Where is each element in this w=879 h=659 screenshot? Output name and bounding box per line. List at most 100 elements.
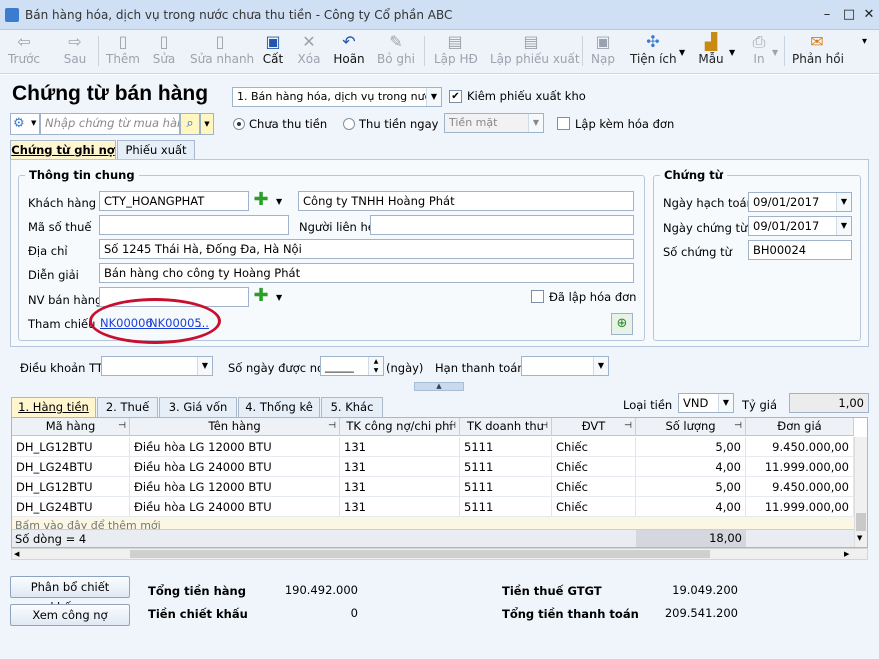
add-button[interactable]: ▯ Thêm xyxy=(105,32,141,72)
customer-dropdown-icon[interactable]: ▼ xyxy=(276,197,282,206)
postpone-button[interactable]: ↶ Hoãn xyxy=(333,32,365,72)
voucher-date-input[interactable]: 09/01/2017 ▼ xyxy=(748,216,852,236)
cell-item-code[interactable]: DH_LG12BTU xyxy=(12,477,130,497)
cell-item-name[interactable]: Điều hòa LG 24000 BTU xyxy=(130,457,340,477)
due-date-input[interactable]: ▼ xyxy=(521,356,609,376)
tab-statistics[interactable]: 4. Thống kê xyxy=(238,397,320,417)
minimize-icon[interactable]: – xyxy=(816,6,838,24)
tab-goods-money[interactable]: 1. Hàng tiền xyxy=(11,397,96,417)
print-dropdown-icon[interactable]: ▼ xyxy=(772,48,778,57)
column-header-quantity[interactable]: Số lượng ⊣ xyxy=(636,418,746,436)
help-icon[interactable]: ▾ xyxy=(862,36,867,47)
search-dropdown-icon[interactable]: ▼ xyxy=(200,113,214,135)
cell-debt-account[interactable]: 131 xyxy=(340,497,460,517)
add-staff-icon[interactable]: ✚ xyxy=(252,287,270,306)
currency-select[interactable]: VND ▼ xyxy=(678,393,734,413)
voucher-no-input[interactable]: BH00024 xyxy=(748,240,852,260)
cell-quantity[interactable]: 5,00 xyxy=(636,477,746,497)
delete-button[interactable]: ✕ Xóa xyxy=(295,32,323,72)
scrollbar-thumb[interactable] xyxy=(856,513,866,531)
utility-dropdown-icon[interactable]: ▼ xyxy=(679,48,685,57)
save-button[interactable]: ▣ Cất xyxy=(260,32,286,72)
posting-date-input[interactable]: 09/01/2017 ▼ xyxy=(748,192,852,212)
cell-unit-price[interactable]: 9.450.000,00 xyxy=(746,477,854,497)
unpaid-radio[interactable] xyxy=(233,118,245,130)
tab-cost[interactable]: 3. Giá vốn xyxy=(159,397,237,417)
create-export-slip-button[interactable]: ▤ Lập phiếu xuất xyxy=(490,32,580,72)
cell-quantity[interactable]: 4,00 xyxy=(636,497,746,517)
next-button[interactable]: ⇨ Sau xyxy=(58,32,92,72)
print-button[interactable]: ⎙ In xyxy=(748,32,770,72)
template-dropdown-icon[interactable]: ▼ xyxy=(729,48,735,57)
allocate-discount-button[interactable]: Phân bổ chiết khấu... xyxy=(10,576,130,614)
table-row[interactable]: DH_LG12BTU Điều hòa LG 12000 BTU 131 511… xyxy=(12,437,854,457)
payment-method-select[interactable]: Tiền mặt ▼ xyxy=(444,113,544,133)
view-debt-button[interactable]: Xem công nợ xyxy=(10,604,130,626)
cell-unit-price[interactable]: 11.999.000,00 xyxy=(746,457,854,477)
cell-debt-account[interactable]: 131 xyxy=(340,457,460,477)
contact-input[interactable] xyxy=(370,215,634,235)
search-icon[interactable]: ⌕ xyxy=(180,113,200,135)
staff-dropdown-icon[interactable]: ▼ xyxy=(276,293,282,302)
column-header-item-name[interactable]: Tên hàng ⊣ xyxy=(130,418,340,436)
exchange-rate-input[interactable]: 1,00 xyxy=(789,393,869,413)
edit-button[interactable]: ▯ Sửa xyxy=(150,32,178,72)
column-header-revenue-account[interactable]: TK doanh thu ⊣ xyxy=(460,418,552,436)
column-header-unit-price[interactable]: Đơn giá xyxy=(746,418,854,436)
tab-other[interactable]: 5. Khác xyxy=(321,397,383,417)
cell-quantity[interactable]: 4,00 xyxy=(636,457,746,477)
days-spinner-icon[interactable]: ▲ ▼ xyxy=(368,357,383,375)
create-invoice-button[interactable]: ▤ Lập HĐ xyxy=(434,32,478,72)
utility-button[interactable]: ✣ Tiện ích xyxy=(630,32,677,72)
table-row[interactable]: DH_LG24BTU Điều hòa LG 24000 BTU 131 511… xyxy=(12,497,854,517)
prev-button[interactable]: ⇦ Trước xyxy=(6,32,42,72)
cell-item-code[interactable]: DH_LG12BTU xyxy=(12,437,130,457)
cell-item-code[interactable]: DH_LG24BTU xyxy=(12,457,130,477)
cell-unit[interactable]: Chiếc xyxy=(552,437,636,457)
maximize-icon[interactable]: □ xyxy=(838,6,860,24)
payment-terms-select[interactable]: ▼ xyxy=(101,356,213,376)
cell-revenue-account[interactable]: 5111 xyxy=(460,477,552,497)
table-row[interactable]: DH_LG12BTU Điều hòa LG 12000 BTU 131 511… xyxy=(12,477,854,497)
tab-tax[interactable]: 2. Thuế xyxy=(97,397,158,417)
paid-now-radio[interactable] xyxy=(343,118,355,130)
feedback-button[interactable]: ✉ Phản hồi xyxy=(792,32,844,72)
close-icon[interactable]: ✕ xyxy=(858,6,879,24)
scroll-right-icon[interactable]: ▶ xyxy=(844,550,849,558)
kiem-phieu-checkbox[interactable]: ✔ xyxy=(449,90,462,103)
cell-item-name[interactable]: Điều hòa LG 12000 BTU xyxy=(130,477,340,497)
table-row[interactable]: DH_LG24BTU Điều hòa LG 24000 BTU 131 511… xyxy=(12,457,854,477)
with-invoice-checkbox[interactable] xyxy=(557,117,570,130)
tab-debit-voucher[interactable]: Chứng từ ghi nợ xyxy=(10,140,116,160)
column-header-debt-account[interactable]: TK công nợ/chi phí ⊣ xyxy=(340,418,460,436)
cell-unit-price[interactable]: 9.450.000,00 xyxy=(746,437,854,457)
cell-quantity[interactable]: 5,00 xyxy=(636,437,746,457)
add-customer-icon[interactable]: ✚ xyxy=(252,191,270,210)
cell-revenue-account[interactable]: 5111 xyxy=(460,497,552,517)
cell-debt-account[interactable]: 131 xyxy=(340,437,460,457)
tax-code-input[interactable] xyxy=(99,215,289,235)
vertical-scrollbar[interactable]: ▼ xyxy=(854,437,867,547)
cell-item-name[interactable]: Điều hòa LG 12000 BTU xyxy=(130,437,340,457)
voucher-type-select[interactable]: 1. Bán hàng hóa, dịch vụ trong nước ▼ xyxy=(232,87,442,107)
customer-name-input[interactable]: Công ty TNHH Hoàng Phát xyxy=(298,191,634,211)
tab-export-slip[interactable]: Phiếu xuất xyxy=(117,140,195,160)
unpost-button[interactable]: ✎ Bỏ ghi xyxy=(377,32,415,72)
add-row-hint[interactable]: Bấm vào đây để thêm mới xyxy=(12,517,854,529)
description-input[interactable]: Bán hàng cho công ty Hoàng Phát xyxy=(99,263,634,283)
cell-unit[interactable]: Chiếc xyxy=(552,457,636,477)
cell-unit-price[interactable]: 11.999.000,00 xyxy=(746,497,854,517)
cell-revenue-account[interactable]: 5111 xyxy=(460,437,552,457)
load-button[interactable]: ▣ Nạp xyxy=(590,32,616,72)
address-input[interactable]: Số 1245 Thái Hà, Đống Đa, Hà Nội xyxy=(99,239,634,259)
cell-unit[interactable]: Chiếc xyxy=(552,497,636,517)
customer-code-input[interactable]: CTY_HOANGPHAT xyxy=(99,191,249,211)
add-reference-icon[interactable]: ⊕ xyxy=(611,313,633,335)
quick-edit-button[interactable]: ▯ Sửa nhanh xyxy=(190,32,254,72)
column-header-unit[interactable]: ĐVT ⊣ xyxy=(552,418,636,436)
cell-unit[interactable]: Chiếc xyxy=(552,477,636,497)
invoiced-checkbox[interactable] xyxy=(531,290,544,303)
cell-debt-account[interactable]: 131 xyxy=(340,477,460,497)
collapse-toggle-icon[interactable]: ▲ xyxy=(414,382,464,391)
column-header-item-code[interactable]: Mã hàng ⊣ xyxy=(12,418,130,436)
